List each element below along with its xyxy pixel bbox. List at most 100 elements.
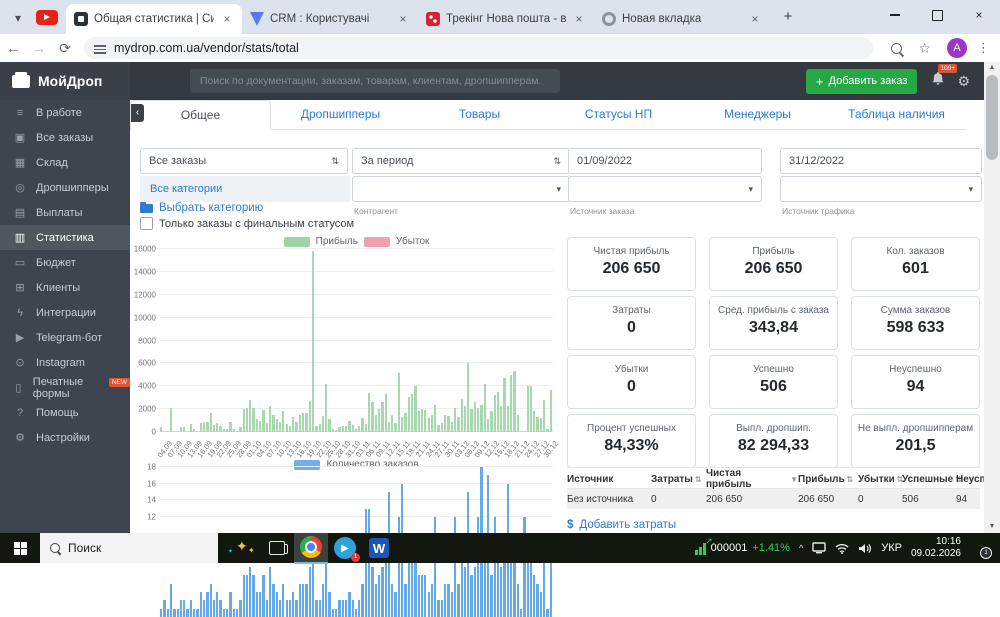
volume-icon[interactable] [858,543,872,554]
date-from-input[interactable] [568,148,762,174]
sidebar-item-statistics[interactable]: ▥ Статистика [0,225,130,250]
wifi-icon[interactable] [835,543,849,554]
sidebar-item-print-forms[interactable]: ▯ Печатные формы NEW [0,375,130,400]
zoom-icon[interactable] [891,42,903,54]
table-header-cell[interactable]: Чистая прибыль ▼ [706,468,798,490]
back-icon[interactable]: ← [0,40,26,56]
hidden-icons-chevron[interactable]: ^ [799,543,803,553]
browser-tab-crm[interactable]: CRM : Користувачі × [242,4,418,34]
sidebar-item-inwork[interactable]: ≡ В работе [0,100,130,125]
add-costs-link[interactable]: $ Добавить затраты [567,519,980,531]
stock-ticker[interactable]: 000001 +1.41% [694,536,790,555]
profile-avatar[interactable]: A [947,38,967,58]
sidebar-item-telegram[interactable]: ▶ Telegram-бот [0,325,130,350]
choose-category-link[interactable]: Выбрать категорию [140,201,263,214]
browser-menu-icon[interactable]: ⋮ [977,40,990,56]
sidebar-item-warehouse[interactable]: ▦ Склад [0,150,130,175]
browser-tab-stats[interactable]: Общая статистика | Система у × [66,4,242,34]
period-filter-select[interactable]: За период ⇅ [352,148,570,174]
order-source-select[interactable]: ▾ [568,176,762,202]
table-header-cell[interactable]: Источник [567,474,651,485]
table-cell: 0 [651,493,657,505]
notifications-bell-icon[interactable]: 100+ [931,64,958,91]
language-indicator[interactable]: УКР [881,542,902,554]
traffic-source-select[interactable]: ▾ [780,176,982,202]
collapse-sidebar-button[interactable]: ‹ [131,104,144,122]
global-search-input[interactable] [190,69,560,93]
sidebar-item-settings[interactable]: ⚙ Настройки [0,425,130,450]
settings-gear-icon[interactable]: ⚙ [957,73,970,90]
bar [288,426,292,432]
taskbar-clock[interactable]: 10:16 09.02.2026 [911,536,961,561]
tab-close-icon[interactable]: × [396,12,410,26]
bar [523,517,526,617]
tab-products[interactable]: Товары [410,100,549,129]
url-text[interactable]: mydrop.com.ua/vendor/stats/total [114,41,299,55]
taskbar-chrome-button[interactable] [294,532,328,564]
all-categories-box[interactable]: Все категории [140,176,350,202]
sidebar-item-instagram[interactable]: ⊙ Instagram [0,350,130,375]
profit-loss-chart[interactable]: 0 2000 4000 6000 8000 10000 12000 14000 16000 [134,245,553,437]
dollar-icon: $ [567,519,574,531]
sidebar-item-clients[interactable]: ⊞ Клиенты [0,275,130,300]
tab-general[interactable]: Общее [130,100,271,130]
tab-dropshippers[interactable]: Дропшипперы [271,100,410,129]
window-restore-button[interactable] [916,0,958,30]
table-header-cell[interactable]: Убытки ⇅ [858,474,903,485]
tab-np-statuses[interactable]: Статусы НП [549,100,688,129]
reload-icon[interactable]: ⟳ [52,40,78,57]
sort-icon[interactable]: ⇅ [847,475,854,484]
tab-close-icon[interactable]: × [572,12,586,26]
task-view-button[interactable] [260,533,294,563]
date-to-input[interactable] [780,148,982,174]
tab-search-chevron-icon[interactable]: ▾ [6,6,30,30]
forward-icon[interactable]: → [26,40,52,56]
checkbox[interactable] [140,217,153,230]
tab-close-icon[interactable]: × [748,12,762,26]
new-tab-button[interactable]: + [776,5,800,29]
bar [295,421,298,432]
notification-center-button[interactable]: 1 [970,539,992,559]
taskbar-word-button[interactable]: W [362,533,396,563]
copilot-sparkle-icon[interactable]: ✦ ✦ ✦ [226,533,260,563]
brand[interactable]: МойДроп [0,62,130,100]
sort-icon[interactable]: ⇅ [695,475,702,484]
bar [447,416,450,432]
taskbar-search-box[interactable]: Поиск [40,533,218,563]
sidebar-item-integrations[interactable]: ϟ Интеграции [0,300,130,325]
final-status-checkbox-row[interactable]: Только заказы с финальным статусом [140,217,354,230]
page-scrollbar[interactable]: ▲ ▼ [984,62,1000,533]
table-header-cell[interactable]: Успешные ⇅ [902,474,962,485]
add-order-button[interactable]: + Добавить заказ [805,68,918,94]
sidebar-item-orders[interactable]: ▣ Все заказы [0,125,130,150]
scroll-down-icon[interactable]: ▼ [984,521,1000,533]
monitor-icon[interactable] [812,542,826,554]
sidebar-item-help[interactable]: ? Помощь [0,400,130,425]
bar [193,428,196,432]
tab-availability[interactable]: Таблица наличия [827,100,966,129]
sidebar-item-dropshippers[interactable]: ◎ Дропшипперы [0,175,130,200]
counterparty-select[interactable]: ▾ [352,176,570,202]
tab-managers[interactable]: Менеджеры [688,100,827,129]
window-close-button[interactable]: × [958,0,1000,30]
table-header-cell[interactable]: Затраты ⇅ [651,474,706,485]
scroll-up-icon[interactable]: ▲ [984,62,1000,74]
site-settings-icon[interactable] [94,43,106,54]
sidebar-item-payouts[interactable]: ▤ Выплаты [0,200,130,225]
bar [179,600,183,617]
orders-filter-select[interactable]: Все заказы ⇅ [140,148,348,174]
sidebar-item-budget[interactable]: ▭ Бюджет [0,250,130,275]
start-button[interactable] [0,533,40,563]
url-bar[interactable]: mydrop.com.ua/vendor/stats/total [84,37,874,59]
scrollbar-thumb[interactable] [986,75,998,160]
bookmark-star-icon[interactable]: ☆ [918,40,931,57]
browser-tab-novaposhta[interactable]: Трекінг Нова пошта - відстеж × [418,4,594,34]
table-header-cell[interactable]: Прибыль ⇅ [798,474,858,485]
window-minimize-button[interactable] [874,0,916,30]
tab-close-icon[interactable]: × [220,12,234,26]
youtube-pinned-tab-icon[interactable] [36,10,58,25]
bar [249,567,252,617]
browser-tab-newtab[interactable]: Новая вкладка × [594,4,770,34]
taskbar-telegram-button[interactable]: ▶ 1 [328,533,362,563]
sort-icon[interactable]: ▼ [790,475,798,484]
